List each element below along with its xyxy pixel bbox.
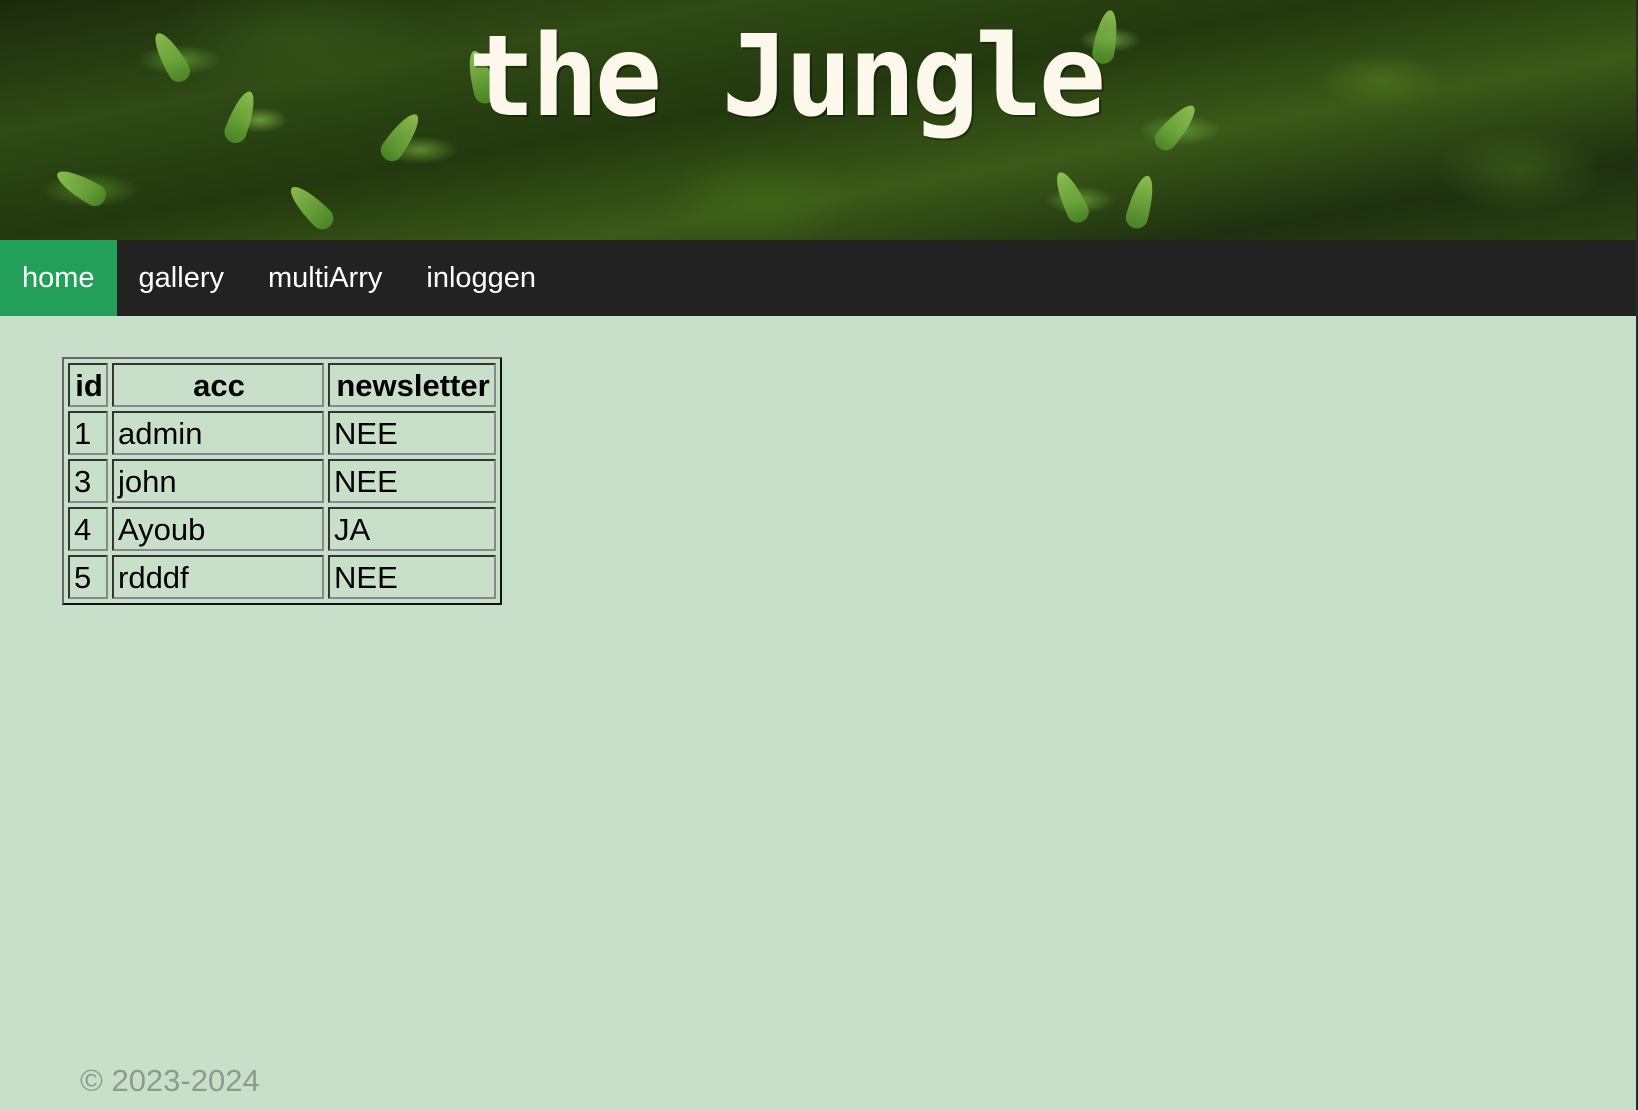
leaf-decoration [52, 163, 110, 211]
copyright-footer: © 2023-2024 [80, 1063, 260, 1098]
leaf-decoration [1049, 167, 1093, 227]
nav-item-home[interactable]: home [0, 240, 117, 316]
cell-id: 5 [68, 555, 108, 599]
table-header-row: id acc newsletter [68, 363, 496, 407]
column-header-newsletter: newsletter [328, 363, 496, 407]
cell-acc: john [112, 459, 324, 503]
cell-newsletter: NEE [328, 411, 496, 455]
site-title: the Jungle [467, 12, 1106, 142]
leaf-decoration [284, 180, 338, 234]
table-row: 1 admin NEE [68, 411, 496, 455]
cell-acc: Ayoub [112, 507, 324, 551]
nav-item-multiarry[interactable]: multiArry [246, 240, 404, 316]
nav-item-inloggen[interactable]: inloggen [404, 240, 558, 316]
jungle-banner: the Jungle [0, 0, 1638, 240]
nav-item-gallery[interactable]: gallery [117, 240, 246, 316]
cell-newsletter: NEE [328, 459, 496, 503]
table-row: 5 rdddf NEE [68, 555, 496, 599]
cell-id: 4 [68, 507, 108, 551]
table-row: 3 john NEE [68, 459, 496, 503]
table-row: 4 Ayoub JA [68, 507, 496, 551]
accounts-table: id acc newsletter 1 admin NEE 3 john NEE… [62, 357, 502, 605]
cell-id: 3 [68, 459, 108, 503]
cell-id: 1 [68, 411, 108, 455]
leaf-decoration [1123, 173, 1159, 231]
column-header-acc: acc [112, 363, 324, 407]
cell-newsletter: NEE [328, 555, 496, 599]
cell-acc: rdddf [112, 555, 324, 599]
main-nav: home gallery multiArry inloggen [0, 240, 1638, 316]
column-header-id: id [68, 363, 108, 407]
cell-acc: admin [112, 411, 324, 455]
cell-newsletter: JA [328, 507, 496, 551]
